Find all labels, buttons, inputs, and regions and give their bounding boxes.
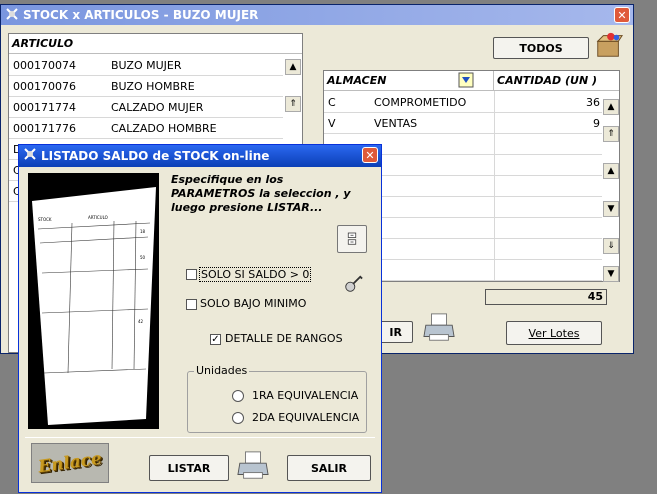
solo-saldo-checkbox[interactable] — [186, 269, 197, 280]
eq2-radio[interactable] — [232, 412, 244, 424]
salir-button[interactable]: SALIR — [287, 455, 371, 481]
articulo-code: 000171774 — [13, 100, 76, 114]
app-icon — [6, 8, 18, 20]
almacen-header-label: ALMACEN — [327, 74, 387, 87]
articulo-name: BUZO MUJER — [111, 58, 182, 72]
stock-window-titlebar[interactable]: STOCK x ARTICULOS - BUZO MUJER ✕ — [1, 5, 633, 25]
solo-bajo-checkbox[interactable] — [186, 299, 197, 310]
report-preview-image: STOCK ARTICULO 18 50 42 — [28, 173, 159, 429]
stock-window-title: STOCK x ARTICULOS - BUZO MUJER — [23, 8, 259, 22]
almacen-code: V — [328, 116, 336, 130]
listar-button[interactable]: LISTAR — [149, 455, 229, 481]
articulo-code: 000171776 — [13, 121, 76, 135]
preview-num-2: 50 — [140, 255, 146, 260]
almacen-qty: 9 — [593, 116, 600, 130]
scroll-up-icon[interactable]: ▲ — [603, 163, 619, 179]
enlace-logo: Enlace — [31, 443, 109, 483]
scroll-down-icon[interactable]: ▼ — [603, 201, 619, 217]
preview-num-1: 18 — [140, 229, 146, 234]
articulo-code: 000170074 — [13, 58, 76, 72]
detalle-checkbox[interactable]: ✓ — [210, 334, 221, 345]
table-row[interactable]: V VENTAS 9 — [324, 113, 602, 134]
preview-col: ARTICULO — [88, 215, 108, 220]
listado-dialog-titlebar[interactable]: LISTADO SALDO de STOCK on-line ✕ — [19, 145, 381, 167]
close-icon[interactable]: ✕ — [362, 147, 378, 163]
page-up-icon[interactable]: ⇑ — [285, 96, 301, 112]
enlace-logo-text: Enlace — [36, 448, 104, 478]
total-field: 45 — [485, 289, 607, 305]
table-row[interactable]: 000171774 CALZADO MUJER — [9, 97, 283, 118]
unidades-legend: Unidades — [194, 364, 250, 377]
divider-line — [25, 437, 375, 438]
sort-icon[interactable] — [337, 225, 367, 253]
eq1-radio[interactable] — [232, 390, 244, 402]
page-down-icon[interactable]: ⇓ — [603, 238, 619, 254]
key-icon[interactable] — [342, 273, 364, 295]
scroll-top-icon[interactable]: ▲ — [603, 99, 619, 115]
close-icon[interactable]: ✕ — [614, 7, 630, 23]
todos-button[interactable]: TODOS — [493, 37, 589, 59]
articulo-name: BUZO HOMBRE — [111, 79, 195, 93]
solo-saldo-label[interactable]: SOLO SI SALDO > 0 — [199, 267, 312, 282]
scroll-bottom-icon[interactable]: ▼ — [603, 266, 619, 282]
table-row[interactable]: C COMPROMETIDO 36 — [324, 92, 602, 113]
articulo-header[interactable]: ARTICULO — [9, 34, 302, 54]
printer-icon[interactable] — [235, 449, 271, 483]
detalle-label[interactable]: DETALLE DE RANGOS — [225, 332, 343, 345]
filter-icon[interactable] — [458, 72, 474, 88]
preview-num-3: 42 — [138, 319, 144, 324]
preview-title: STOCK — [38, 217, 52, 222]
listado-dialog: LISTADO SALDO de STOCK on-line ✕ STOCK A… — [18, 144, 382, 493]
almacen-code: C — [328, 95, 336, 109]
package-icon[interactable] — [593, 29, 625, 61]
app-icon — [24, 148, 36, 160]
almacen-header[interactable]: ALMACEN — [324, 71, 494, 91]
cantidad-header[interactable]: CANTIDAD (UN ) — [494, 71, 619, 91]
eq2-label[interactable]: 2DA EQUIVALENCIA — [252, 411, 359, 424]
articulo-name: CALZADO HOMBRE — [111, 121, 217, 135]
articulo-name: CALZADO MUJER — [111, 100, 204, 114]
printer-icon[interactable] — [421, 311, 457, 345]
almacen-name: VENTAS — [374, 116, 418, 130]
table-row[interactable]: 000170074 BUZO MUJER — [9, 55, 283, 76]
almacen-name: COMPROMETIDO — [374, 95, 467, 109]
page-up-icon[interactable]: ⇑ — [603, 126, 619, 142]
column-divider — [494, 91, 495, 281]
eq1-label[interactable]: 1RA EQUIVALENCIA — [252, 389, 358, 402]
table-row[interactable]: 000171776 CALZADO HOMBRE — [9, 118, 283, 139]
ver-lotes-button[interactable]: Ver Lotes — [506, 321, 602, 345]
scroll-top-icon[interactable]: ▲ — [285, 59, 301, 75]
listado-dialog-title: LISTADO SALDO de STOCK on-line — [41, 149, 270, 163]
solo-bajo-label[interactable]: SOLO BAJO MINIMO — [200, 297, 306, 310]
unidades-group: Unidades 1RA EQUIVALENCIA 2DA EQUIVALENC… — [187, 364, 367, 433]
instructions-text: Especifique en los PARAMETROS la selecci… — [171, 173, 351, 214]
table-row[interactable]: 000170076 BUZO HOMBRE — [9, 76, 283, 97]
articulo-code: 000170076 — [13, 79, 76, 93]
almacen-qty: 36 — [586, 95, 600, 109]
